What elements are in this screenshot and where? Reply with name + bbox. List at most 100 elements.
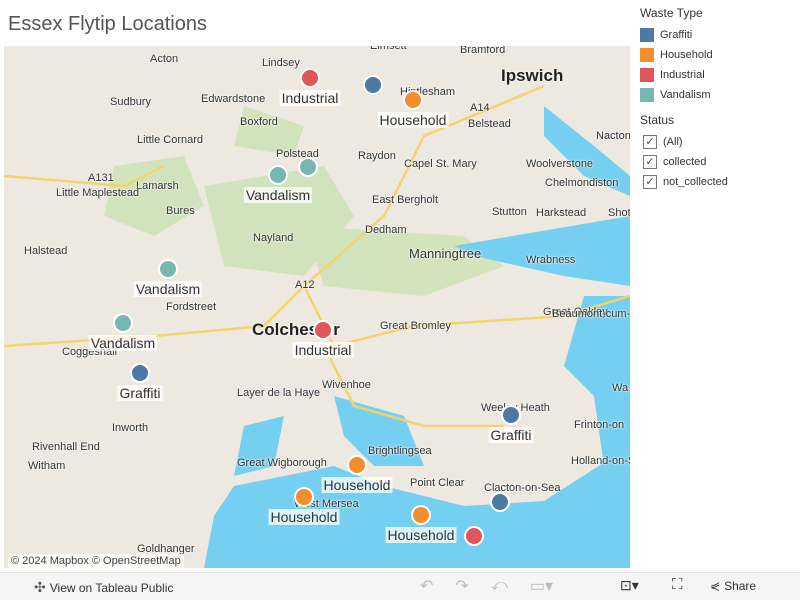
color-swatch: [640, 68, 654, 82]
place-label: Holland-on-Sea: [571, 455, 630, 467]
view-on-tableau-button[interactable]: ✣ View on Tableau Public: [34, 579, 173, 596]
marker-label: Graffiti: [117, 385, 163, 401]
place-label: A131: [88, 172, 114, 184]
flytip-marker-industrial[interactable]: [464, 526, 484, 546]
marker-label: Household: [377, 112, 449, 128]
status-filter-option[interactable]: ✓ not_collected: [640, 172, 800, 192]
place-label: Raydon: [358, 150, 396, 162]
place-label: Layer de la Haye: [237, 387, 321, 399]
legend-item-vandalism[interactable]: Vandalism: [640, 85, 800, 105]
place-label: Nacton: [596, 130, 630, 142]
color-swatch: [640, 48, 654, 62]
marker-label: Graffiti: [488, 427, 534, 443]
place-label: Harkstead: [536, 207, 587, 219]
place-label: A12: [295, 279, 315, 291]
share-label: Share: [724, 579, 757, 593]
checkbox[interactable]: ✓: [643, 155, 657, 169]
place-label: Boxford: [240, 116, 278, 128]
status-label: collected: [663, 156, 707, 168]
place-label: Point Clear: [410, 477, 465, 489]
place-label: Inworth: [112, 422, 149, 434]
legend-label: Household: [660, 49, 713, 61]
flytip-marker-household[interactable]: [411, 505, 431, 525]
place-label: Great Wigborough: [237, 457, 327, 469]
place-label: Manningtree: [409, 246, 482, 261]
place-label: Wrabness: [526, 254, 576, 266]
checkbox[interactable]: ✓: [643, 135, 657, 149]
place-label: Brightlingsea: [368, 445, 432, 457]
map[interactable]: Acton Lindsey Elmsett Bramford Ipswich Sudbur…: [4, 46, 630, 568]
tableau-logo-icon: ✣: [34, 579, 46, 595]
share-icon: ⋞: [710, 579, 721, 593]
page-title: Essex Flytip Locations: [8, 13, 207, 35]
undo-icon[interactable]: ↶: [420, 576, 433, 596]
fullscreen-button[interactable]: ⛶: [672, 576, 683, 593]
place-label: Dedham: [365, 224, 407, 236]
place-label: Capel St. Mary: [404, 158, 477, 170]
status-filter-title: Status: [640, 113, 675, 127]
marker-label: Vandalism: [88, 335, 158, 351]
place-label: Wivenhoe: [322, 379, 371, 391]
status-label: not_collected: [663, 176, 728, 188]
status-filter-option[interactable]: ✓ collected: [640, 152, 800, 172]
place-label: Ipswich: [501, 66, 564, 85]
place-label: Stutton: [492, 206, 527, 218]
place-label: Sudbury: [110, 96, 151, 108]
place-label: Witham: [28, 460, 66, 472]
place-label: Great Bromley: [380, 320, 451, 332]
flytip-marker-industrial[interactable]: [313, 320, 333, 340]
place-label: Little Maplestead: [56, 187, 140, 199]
place-label: Edwardstone: [201, 93, 266, 105]
place-label: Bramford: [460, 46, 506, 56]
redo-icon[interactable]: ↷: [455, 576, 468, 596]
checkbox[interactable]: ✓: [643, 175, 657, 189]
marker-label: Vandalism: [133, 281, 203, 297]
flytip-marker-vandalism[interactable]: [298, 157, 318, 177]
toolbar: ✣ View on Tableau Public ↶ ↷ ⤺ ▭▾ ⊡▾ ⛶ ⋞…: [0, 572, 800, 600]
flytip-marker-graffiti[interactable]: [363, 75, 383, 95]
place-label: Belstead: [468, 118, 511, 130]
status-label: (All): [663, 136, 683, 148]
marker-label: Household: [321, 477, 393, 493]
fullscreen-icon: ⛶: [672, 576, 683, 593]
legend-label: Vandalism: [660, 89, 711, 101]
flytip-marker-industrial[interactable]: [300, 68, 320, 88]
flytip-marker-vandalism[interactable]: [268, 165, 288, 185]
flytip-marker-household[interactable]: [294, 487, 314, 507]
place-label: Rivenhall End: [32, 441, 100, 453]
marker-label: Industrial: [279, 90, 341, 106]
flytip-marker-vandalism[interactable]: [158, 259, 178, 279]
marker-label: Industrial: [292, 342, 354, 358]
legend-panel: Waste Type Graffiti Household Industrial Va…: [640, 6, 800, 192]
place-label: Chelmondiston: [545, 177, 619, 189]
share-button[interactable]: ⋞ Share: [710, 579, 756, 593]
marker-label: Household: [385, 527, 457, 543]
flytip-marker-household[interactable]: [403, 90, 423, 110]
legend-item-industrial[interactable]: Industrial: [640, 65, 800, 85]
refresh-icon[interactable]: ▭▾: [530, 576, 553, 596]
place-label: Elmsett: [370, 46, 407, 52]
place-label: Beaumont-cum-Moze: [552, 308, 630, 320]
place-label: Bures: [166, 205, 195, 217]
map-attribution[interactable]: © 2024 Mapbox © OpenStreetMap: [8, 554, 184, 568]
flytip-marker-household[interactable]: [347, 455, 367, 475]
status-filter-option[interactable]: ✓ (All): [640, 132, 800, 152]
place-label: Frinton-on: [574, 419, 625, 431]
color-swatch: [640, 28, 654, 42]
legend-item-household[interactable]: Household: [640, 45, 800, 65]
legend-label: Graffiti: [660, 29, 693, 41]
place-label: Lindsey: [262, 57, 300, 69]
flytip-marker-graffiti[interactable]: [501, 405, 521, 425]
download-button[interactable]: ⊡▾: [620, 577, 639, 594]
legend-item-graffiti[interactable]: Graffiti: [640, 25, 800, 45]
flytip-marker-graffiti[interactable]: [130, 363, 150, 383]
place-label: Woolverstone: [526, 158, 594, 170]
flytip-marker-vandalism[interactable]: [113, 313, 133, 333]
color-swatch: [640, 88, 654, 102]
flytip-marker-graffiti[interactable]: [490, 492, 510, 512]
download-icon: ⊡▾: [620, 577, 639, 593]
revert-icon[interactable]: ⤺: [491, 577, 508, 595]
place-label: Nayland: [253, 232, 294, 244]
place-label: Shot: [608, 207, 630, 219]
marker-label: Household: [268, 509, 340, 525]
